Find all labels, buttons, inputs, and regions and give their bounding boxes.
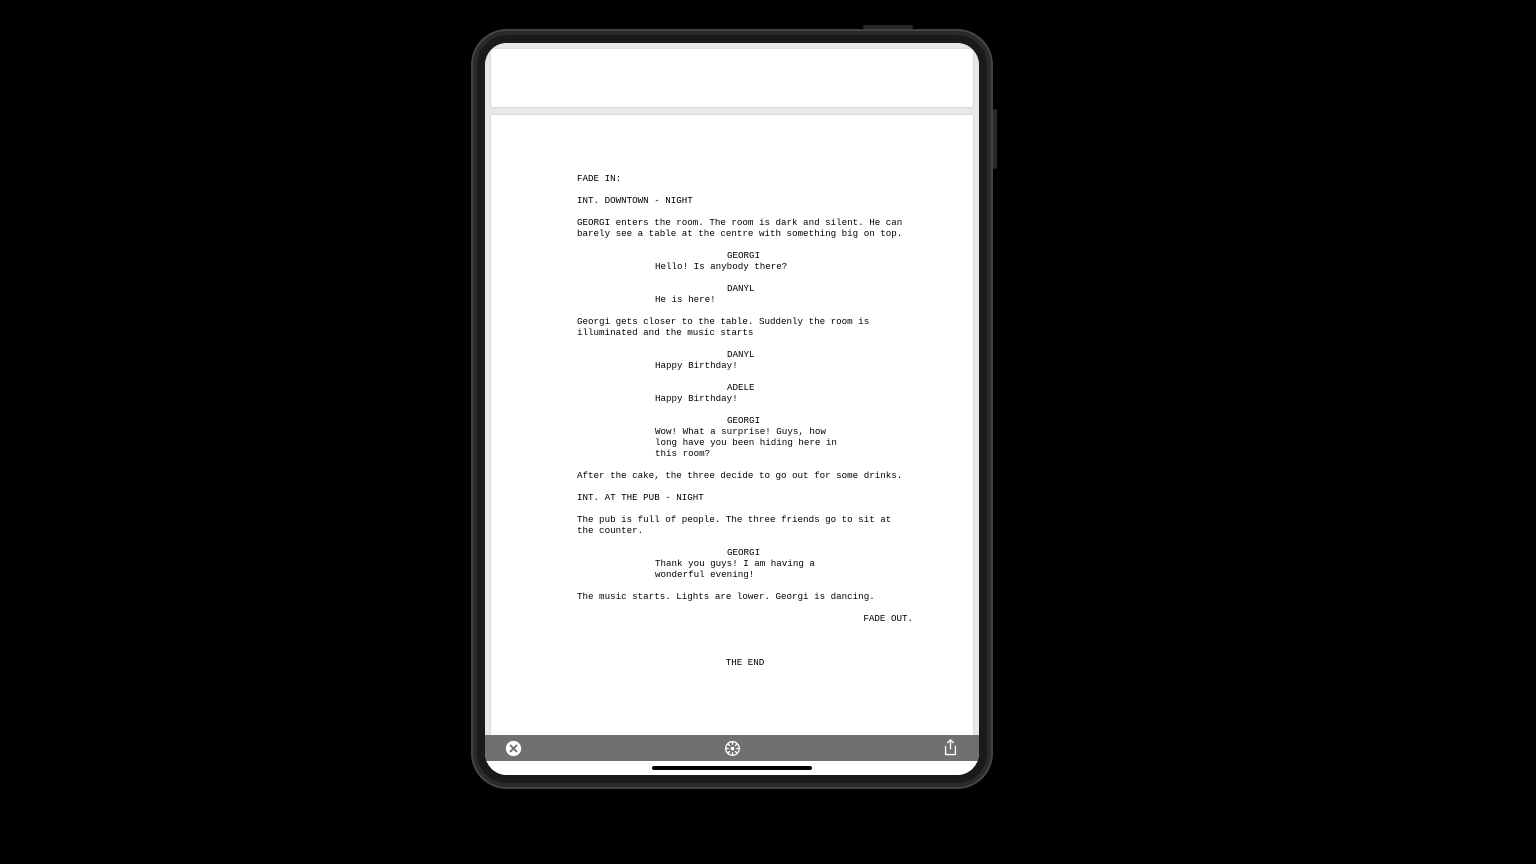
viewer-root: FADE IN: INT. DOWNTOWN - NIGHT GEORGI en…: [485, 43, 979, 775]
settings-wheel-icon: [724, 740, 741, 757]
tablet-screen: FADE IN: INT. DOWNTOWN - NIGHT GEORGI en…: [485, 43, 979, 775]
home-indicator-area: [485, 761, 979, 775]
dialogue-line: He is here!: [655, 294, 853, 305]
share-icon: [942, 739, 959, 757]
home-indicator[interactable]: [652, 766, 812, 770]
dialogue-line: Thank you guys! I am having a wonderful …: [655, 558, 853, 580]
character-name: GEORGI: [727, 415, 913, 426]
scene-heading: INT. DOWNTOWN - NIGHT: [577, 195, 913, 206]
dialogue-line: Wow! What a surprise! Guys, how long hav…: [655, 426, 853, 459]
tablet-device-frame: FADE IN: INT. DOWNTOWN - NIGHT GEORGI en…: [471, 29, 993, 789]
character-name: DANYL: [727, 283, 913, 294]
blank-header-area: [491, 49, 973, 107]
tablet-side-button: [993, 109, 997, 169]
dialogue-line: Happy Birthday!: [655, 360, 853, 371]
screenplay-page[interactable]: FADE IN: INT. DOWNTOWN - NIGHT GEORGI en…: [491, 115, 973, 775]
dialogue-line: Hello! Is anybody there?: [655, 261, 853, 272]
character-name: GEORGI: [727, 250, 913, 261]
action-block: After the cake, the three decide to go o…: [577, 470, 913, 481]
character-name: GEORGI: [727, 547, 913, 558]
stage: FADE IN: INT. DOWNTOWN - NIGHT GEORGI en…: [0, 0, 1536, 864]
scene-heading: INT. AT THE PUB - NIGHT: [577, 492, 913, 503]
preview-toolbar: [485, 735, 979, 761]
character-name: DANYL: [727, 349, 913, 360]
character-name: ADELE: [727, 382, 913, 393]
share-button[interactable]: [942, 740, 959, 757]
close-button[interactable]: [505, 740, 522, 757]
action-block: Georgi gets closer to the table. Suddenl…: [577, 316, 913, 338]
dialogue-line: Happy Birthday!: [655, 393, 853, 404]
fade-in: FADE IN:: [577, 173, 913, 184]
the-end: THE END: [577, 657, 913, 668]
settings-button[interactable]: [724, 740, 741, 757]
screenplay-content: FADE IN: INT. DOWNTOWN - NIGHT GEORGI en…: [577, 173, 913, 668]
fade-out: FADE OUT.: [577, 613, 913, 624]
action-block: GEORGI enters the room. The room is dark…: [577, 217, 913, 239]
tablet-top-button: [863, 25, 913, 29]
close-icon: [505, 740, 522, 757]
action-block: The pub is full of people. The three fri…: [577, 514, 913, 536]
action-block: The music starts. Lights are lower. Geor…: [577, 591, 913, 602]
